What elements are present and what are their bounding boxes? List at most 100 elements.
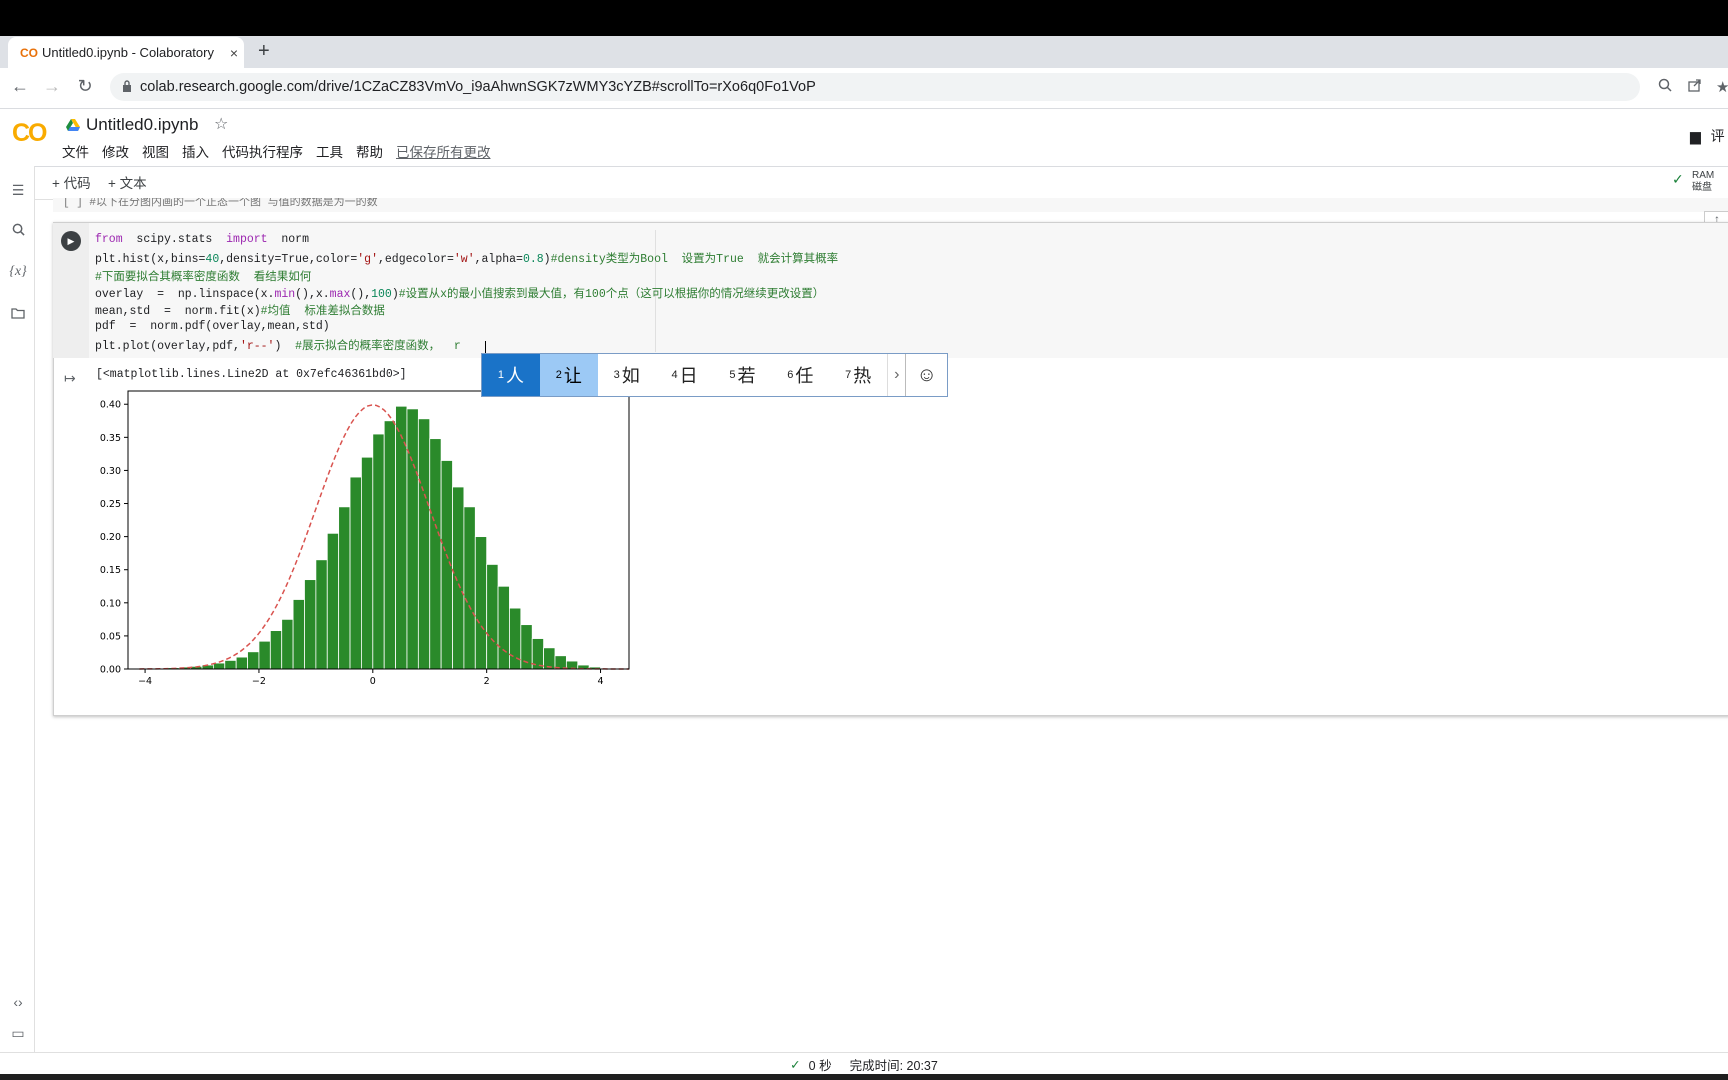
code-token: pdf = norm.pdf(overlay,mean,std) <box>95 319 330 333</box>
tab-title: Untitled0.ipynb - Colaboratory <box>42 45 214 60</box>
y-tick-label: 0.40 <box>100 400 121 411</box>
terminal-icon[interactable]: ▭ <box>8 1025 28 1042</box>
histogram-bar <box>417 418 431 670</box>
files-folder-icon[interactable] <box>8 306 28 322</box>
browser-tab[interactable]: CO Untitled0.ipynb - Colaboratory × <box>8 37 244 68</box>
variables-icon[interactable]: {x} <box>8 264 28 280</box>
resources-indicator[interactable]: RAM 磁盘 <box>1692 170 1714 194</box>
code-line: #下面要拟合其概率密度函数 看结果如何 <box>95 268 311 284</box>
histogram-bar <box>497 585 510 670</box>
histogram-bar <box>486 564 499 670</box>
url-bar[interactable]: colab.research.google.com/drive/1CZaCZ83… <box>110 73 1640 101</box>
previous-cell-strip: [ ] #以下在分图内画的一个正态一个图 与值的数据是为一的数 <box>53 198 1728 212</box>
code-line: overlay = np.linspace(x.min(),x.max(),10… <box>95 285 824 301</box>
output-icon[interactable]: ↦ <box>64 370 76 387</box>
histogram-bar <box>463 506 476 670</box>
bookmark-star-icon[interactable]: ★ <box>1716 78 1728 96</box>
histogram-bar <box>452 486 465 670</box>
new-tab-button[interactable]: + <box>258 40 270 63</box>
code-token: scipy.stats <box>122 233 227 246</box>
y-tick-label: 0.25 <box>100 499 121 510</box>
ime-candidate-char: 人 <box>506 366 524 386</box>
menu-edit[interactable]: 修改 <box>102 141 129 161</box>
code-token: from <box>95 233 123 246</box>
os-taskbar <box>0 1074 1728 1080</box>
code-line: plt.hist(x,bins=40,density=True,color='g… <box>95 250 838 266</box>
menu-file[interactable]: 文件 <box>62 141 89 161</box>
menu-view[interactable]: 视图 <box>142 141 169 161</box>
back-button[interactable]: ← <box>8 76 32 97</box>
menu-insert[interactable]: 插入 <box>182 141 209 161</box>
reload-button[interactable]: ↻ <box>73 76 97 97</box>
notebook-title[interactable]: Untitled0.ipynb <box>66 115 198 135</box>
ime-candidate-popup[interactable]: 1 人 2 让 3 如 4 日 5 若 6 任 7 热 › ☺ <box>481 353 948 397</box>
colab-logo[interactable]: CO <box>12 119 47 148</box>
ime-candidate[interactable]: 3如 <box>598 354 656 396</box>
ime-candidate-char: 若 <box>737 366 756 386</box>
zoom-icon[interactable] <box>1658 78 1672 96</box>
histogram-chart: 0.00 0.05 0.10 0.15 0.20 0.25 0.30 0.35 0.40 −4 −2… <box>100 390 630 687</box>
menu-help[interactable]: 帮助 <box>356 141 383 161</box>
histogram-bar <box>326 532 340 670</box>
add-code-button[interactable]: + 代码 <box>52 172 91 192</box>
search-icon[interactable] <box>8 223 28 239</box>
ime-candidate[interactable]: 1人 <box>482 354 540 396</box>
ime-candidate-number: 4 <box>671 369 678 381</box>
code-token: ,density=True,color= <box>219 253 358 267</box>
ime-next-page-icon[interactable]: › <box>887 354 905 396</box>
menu-bar: 文件 修改 视图 插入 代码执行程序 工具 帮助 已保存所有更改 <box>62 141 504 161</box>
tab-close-icon[interactable]: × <box>224 45 244 61</box>
ime-emoji-icon[interactable]: ☺ <box>905 354 947 396</box>
code-token: plt.plot(overlay,pdf, <box>95 339 240 353</box>
x-tick-label: 0 <box>370 676 376 687</box>
code-token: 100 <box>371 287 392 301</box>
drive-icon <box>66 119 80 131</box>
x-tick-label: 4 <box>598 676 604 687</box>
x-tick-label: −2 <box>252 676 266 687</box>
notebook-toolbar <box>0 166 1728 200</box>
code-token: #展示拟合的概率密度函数， r <box>295 339 461 353</box>
y-tick-label: 0.35 <box>100 433 121 444</box>
status-bar: ✓ 0 秒 完成时间: 20:37 <box>0 1052 1728 1075</box>
menu-runtime[interactable]: 代码执行程序 <box>222 141 303 161</box>
forward-button[interactable]: → <box>40 76 64 97</box>
code-token: max <box>329 287 351 301</box>
ime-candidate[interactable]: 2让 <box>539 354 598 396</box>
code-line: plt.plot(overlay,pdf,'r--') #展示拟合的概率密度函数… <box>95 337 461 353</box>
comment-button[interactable]: ▆ 评 <box>1690 126 1725 146</box>
ime-candidate-number: 2 <box>555 369 562 381</box>
colab-favicon-icon: CO <box>20 45 38 60</box>
ime-candidate-number: 1 <box>497 369 504 381</box>
ime-candidate-char: 让 <box>563 366 582 386</box>
y-tick-label: 0.20 <box>100 532 121 543</box>
add-text-button[interactable]: + 文本 <box>108 172 147 192</box>
output-text: [<matplotlib.lines.Line2D at 0x7efc46361… <box>96 368 407 381</box>
share-icon[interactable] <box>1688 78 1702 96</box>
ime-candidate[interactable]: 5若 <box>714 354 772 396</box>
ime-candidate[interactable]: 7热 <box>829 354 887 396</box>
menu-tools[interactable]: 工具 <box>316 141 343 161</box>
histogram-bar <box>372 433 385 670</box>
code-snippets-icon[interactable]: ‹› <box>8 994 28 1010</box>
ime-candidate-char: 任 <box>795 366 814 386</box>
saved-status[interactable]: 已保存所有更改 <box>396 141 491 161</box>
y-tick-label: 0.00 <box>100 665 121 676</box>
histogram-bar <box>315 559 328 670</box>
code-token: ) <box>274 339 296 353</box>
histogram-bar <box>543 647 556 670</box>
histogram-bar <box>292 599 305 670</box>
ram-label: RAM <box>1692 170 1715 181</box>
comment-label: 评 <box>1710 128 1725 144</box>
run-cell-button[interactable]: ▶ <box>61 231 81 251</box>
url-text: colab.research.google.com/drive/1CZaCZ83… <box>140 79 816 95</box>
code-token: (), <box>350 287 372 301</box>
histogram-bar <box>406 408 419 670</box>
ime-candidate[interactable]: 6任 <box>771 354 829 396</box>
histogram-bar <box>235 656 248 670</box>
ime-candidate[interactable]: 4日 <box>656 354 714 396</box>
success-check-icon: ✓ <box>790 1057 801 1072</box>
histogram-bar <box>361 456 374 670</box>
y-tick-label: 0.10 <box>100 598 121 609</box>
toc-icon[interactable]: ☰ <box>8 182 28 199</box>
star-icon[interactable]: ☆ <box>214 114 228 134</box>
